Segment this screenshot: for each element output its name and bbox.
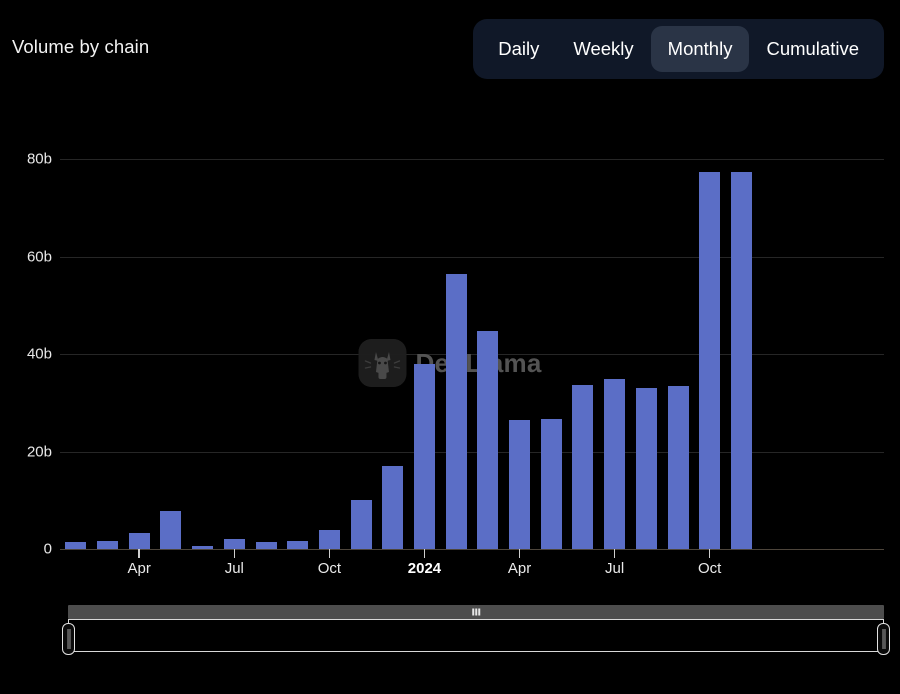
drag-grip-icon	[472, 608, 480, 616]
chart-plot-area: 0 20b 40b 60b 80b Apr Jul Oct 2024 Apr J…	[0, 96, 900, 596]
x-axis-tick-label: Jul	[605, 560, 625, 577]
bar[interactable]	[667, 385, 689, 549]
bar[interactable]	[318, 529, 340, 549]
bar[interactable]	[65, 542, 87, 549]
bar[interactable]	[699, 171, 721, 549]
datazoom-selection-frame	[68, 619, 884, 652]
bar[interactable]	[572, 385, 594, 549]
bar[interactable]	[540, 419, 562, 549]
x-axis-tick-mark	[233, 549, 236, 558]
x-axis-tick-mark	[708, 549, 711, 558]
bar[interactable]	[730, 172, 752, 549]
x-axis-tick-mark	[138, 549, 140, 558]
slider-handle-left-icon[interactable]	[62, 623, 75, 655]
x-axis-tick-label: Jul	[224, 560, 244, 577]
bar[interactable]	[635, 388, 657, 549]
page-title: Volume by chain	[12, 36, 150, 57]
bar[interactable]	[128, 533, 150, 549]
bar[interactable]	[382, 466, 404, 549]
x-axis-tick-mark	[423, 549, 426, 558]
toggle-cumulative-button[interactable]: Cumulative	[749, 26, 876, 72]
bar[interactable]	[413, 363, 435, 549]
x-axis-tick-label: Oct	[698, 560, 722, 577]
volume-chart-panel: Volume by chain Daily Weekly Monthly Cumula…	[0, 0, 900, 694]
x-axis-tick-label: Oct	[317, 560, 342, 577]
bar[interactable]	[192, 546, 214, 549]
bar[interactable]	[509, 419, 531, 549]
x-axis-tick-mark	[518, 549, 521, 558]
bar[interactable]	[223, 538, 245, 549]
slider-handle-right-icon[interactable]	[877, 623, 890, 655]
bar[interactable]	[287, 541, 309, 549]
chart-header: Volume by chain Daily Weekly Monthly Cumula…	[0, 0, 900, 96]
bar[interactable]	[604, 378, 626, 549]
bar-series[interactable]	[0, 96, 900, 596]
bar[interactable]	[445, 273, 467, 549]
toggle-daily-button[interactable]: Daily	[481, 26, 556, 72]
toggle-weekly-button[interactable]: Weekly	[556, 26, 650, 72]
x-axis-tick-mark	[328, 549, 331, 558]
x-axis-tick-mark	[613, 549, 616, 558]
timeframe-toggle-group[interactable]: Daily Weekly Monthly Cumulative	[473, 19, 884, 79]
x-axis-tick-label: 2024	[407, 560, 442, 577]
datazoom-slider[interactable]	[0, 596, 900, 694]
datazoom-drag-bar[interactable]	[68, 605, 884, 619]
bar[interactable]	[477, 330, 499, 549]
toggle-monthly-button[interactable]: Monthly	[650, 26, 750, 72]
bar[interactable]	[97, 540, 119, 549]
bar[interactable]	[160, 511, 182, 549]
bar[interactable]	[350, 500, 372, 549]
x-axis-tick-label: Apr	[127, 560, 151, 577]
bar[interactable]	[255, 541, 277, 549]
x-axis-tick-label: Apr	[507, 560, 532, 577]
